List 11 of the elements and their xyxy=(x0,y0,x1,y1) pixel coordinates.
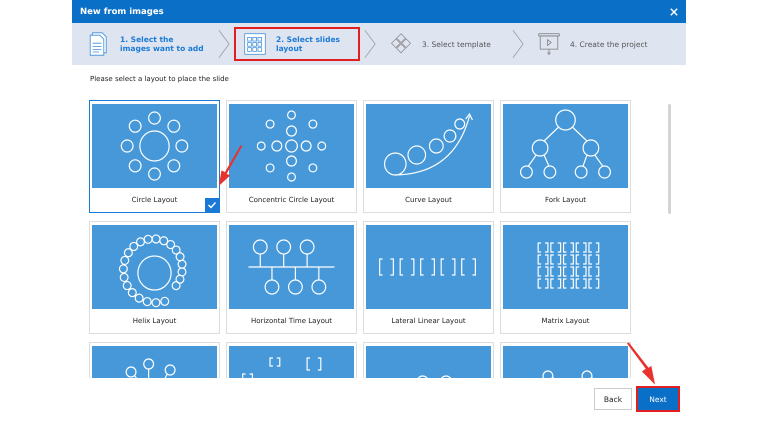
annotation-arrow xyxy=(626,342,656,386)
chevron-icon xyxy=(218,28,230,60)
scrollbar[interactable] xyxy=(668,104,671,214)
chevron-icon xyxy=(364,28,376,60)
diamond-icon xyxy=(390,32,412,56)
projector-screen-icon xyxy=(538,32,560,56)
window-title: New from images xyxy=(80,6,164,16)
grid-icon xyxy=(244,32,266,56)
close-icon[interactable] xyxy=(670,8,678,16)
checkmark-icon xyxy=(205,198,219,212)
chevron-icon xyxy=(512,28,524,60)
